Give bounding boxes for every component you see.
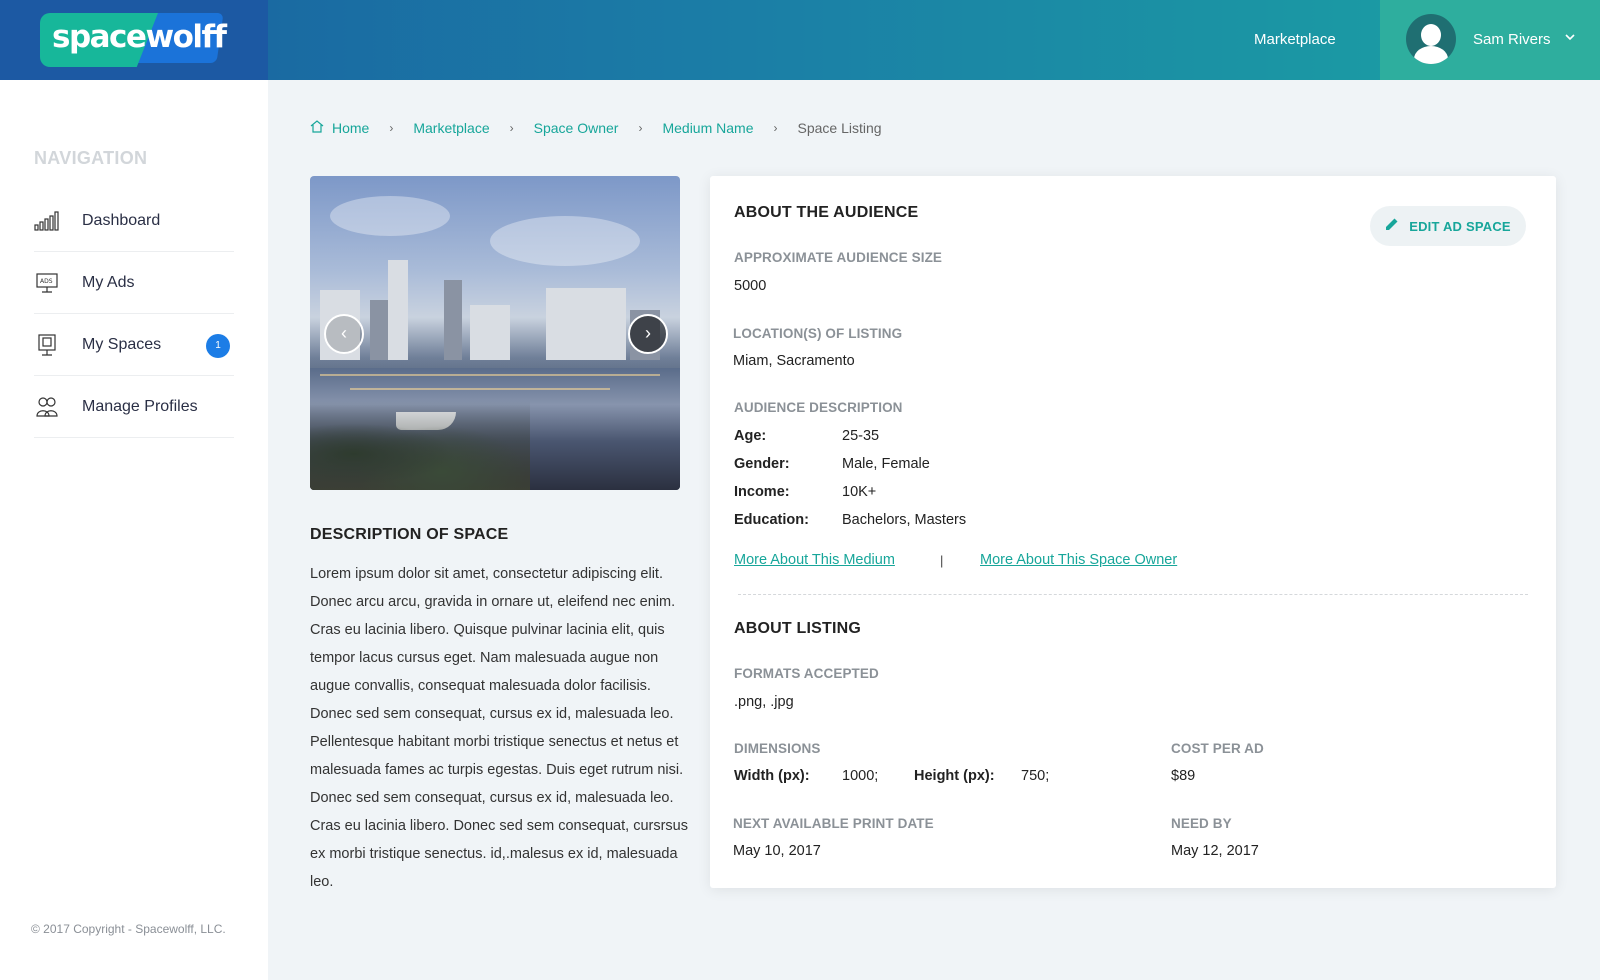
space-image-carousel[interactable]: ‹ › xyxy=(310,176,680,490)
breadcrumb-home[interactable]: Home xyxy=(332,120,369,136)
description-title: DESCRIPTION OF SPACE xyxy=(310,526,509,543)
need-by-value: May 12, 2017 xyxy=(1171,843,1259,859)
sidebar-item-my-spaces[interactable]: My Spaces 1 xyxy=(34,314,234,376)
cost-value: $89 xyxy=(1171,768,1196,784)
sidebar-item-label: Manage Profiles xyxy=(82,397,198,415)
height-key: Height (px): xyxy=(914,768,995,784)
avatar-body xyxy=(1414,46,1448,64)
billboard-icon xyxy=(34,333,60,356)
education-value: Bachelors, Masters xyxy=(842,512,967,528)
link-separator: | xyxy=(940,553,944,568)
pencil-icon xyxy=(1385,217,1399,236)
profiles-icon xyxy=(34,396,60,418)
cost-label: COST PER AD xyxy=(1171,741,1264,756)
avatar[interactable] xyxy=(1406,14,1456,64)
user-name[interactable]: Sam Rivers xyxy=(1473,31,1551,48)
ads-icon: ADS xyxy=(34,272,60,294)
svg-text:ADS: ADS xyxy=(40,278,53,285)
age-value: 25-35 xyxy=(842,428,880,444)
top-header: spacewolff Marketplace Sam Rivers xyxy=(0,0,1600,80)
gender-value: Male, Female xyxy=(842,456,930,472)
breadcrumb-separator: › xyxy=(638,121,643,135)
age-key: Age: xyxy=(734,428,767,444)
spacewolff-logo[interactable]: spacewolff xyxy=(40,13,227,67)
breadcrumb-marketplace[interactable]: Marketplace xyxy=(413,120,489,136)
listing-title: ABOUT LISTING xyxy=(734,620,862,637)
logo-text: spacewolff xyxy=(52,19,227,55)
audience-title: ABOUT THE AUDIENCE xyxy=(734,204,919,221)
edit-ad-space-label: EDIT AD SPACE xyxy=(1409,218,1511,234)
building xyxy=(444,280,462,360)
building xyxy=(546,288,626,360)
logo-area: spacewolff xyxy=(0,0,268,80)
chevron-down-icon[interactable] xyxy=(1565,32,1575,44)
dimensions-label: DIMENSIONS xyxy=(734,741,821,756)
nav-title: NAVIGATION xyxy=(34,148,148,168)
bar-chart-icon xyxy=(34,210,60,232)
print-date-label: NEXT AVAILABLE PRINT DATE xyxy=(733,816,934,831)
width-value: 1000; xyxy=(842,768,879,784)
need-by-label: NEED BY xyxy=(1171,816,1232,831)
building xyxy=(388,260,408,360)
sidebar-item-my-ads[interactable]: ADS My Ads xyxy=(34,252,234,314)
building xyxy=(470,305,510,360)
income-key: Income: xyxy=(734,484,790,500)
sidebar-item-dashboard[interactable]: Dashboard xyxy=(34,190,234,252)
breadcrumb-separator: › xyxy=(773,121,778,135)
breadcrumb-separator: › xyxy=(389,121,394,135)
location-label: LOCATION(S) OF LISTING xyxy=(733,326,903,341)
carousel-next-button[interactable]: › xyxy=(628,314,668,354)
width-key: Width (px): xyxy=(734,768,810,784)
nav-list: Dashboard ADS My Ads My Spaces 1 Manage … xyxy=(34,190,234,438)
audience-description-label: AUDIENCE DESCRIPTION xyxy=(734,400,903,415)
breadcrumb-space-owner[interactable]: Space Owner xyxy=(534,120,619,136)
carousel-prev-button[interactable]: ‹ xyxy=(324,314,364,354)
more-about-medium-link[interactable]: More About This Medium xyxy=(734,552,895,568)
breadcrumb-current: Space Listing xyxy=(797,120,882,136)
sidebar-item-manage-profiles[interactable]: Manage Profiles xyxy=(34,376,234,438)
sidebar-item-label: My Ads xyxy=(82,273,135,291)
cloud xyxy=(490,216,640,266)
notification-badge: 1 xyxy=(206,334,230,358)
print-date-value: May 10, 2017 xyxy=(733,843,821,859)
copyright: © 2017 Copyright - Spacewolff, LLC. xyxy=(31,922,226,936)
light-reflection xyxy=(320,374,660,376)
listing-details-card: ABOUT THE AUDIENCE EDIT AD SPACE APPROXI… xyxy=(710,176,1556,888)
height-value: 750; xyxy=(1021,768,1050,784)
formats-label: FORMATS ACCEPTED xyxy=(734,666,879,681)
more-about-owner-link[interactable]: More About This Space Owner xyxy=(980,552,1177,568)
sidebar-item-label: Dashboard xyxy=(82,211,161,229)
palm-trees xyxy=(310,400,530,490)
breadcrumb-separator: › xyxy=(509,121,514,135)
header-marketplace-link[interactable]: Marketplace xyxy=(1254,31,1336,48)
home-icon[interactable] xyxy=(310,120,324,136)
cloud xyxy=(330,196,450,236)
income-value: 10K+ xyxy=(842,484,877,500)
user-menu[interactable]: Sam Rivers xyxy=(1380,0,1600,80)
breadcrumb: Home › Marketplace › Space Owner › Mediu… xyxy=(310,120,882,136)
education-key: Education: xyxy=(734,512,809,528)
light-reflection xyxy=(350,388,610,390)
edit-ad-space-button[interactable]: EDIT AD SPACE xyxy=(1370,206,1526,246)
avatar-head xyxy=(1421,24,1441,46)
gender-key: Gender: xyxy=(734,456,790,472)
formats-value: .png, .jpg xyxy=(734,694,794,710)
breadcrumb-medium-name[interactable]: Medium Name xyxy=(662,120,753,136)
section-divider xyxy=(738,594,1528,595)
sidebar-item-label: My Spaces xyxy=(82,335,162,353)
location-value: Miam, Sacramento xyxy=(733,353,855,369)
audience-size-label: APPROXIMATE AUDIENCE SIZE xyxy=(734,250,943,265)
sidebar: NAVIGATION Dashboard ADS My Ads My Space… xyxy=(0,80,268,980)
description-text: Lorem ipsum dolor sit amet, consectetur … xyxy=(310,566,688,890)
audience-size-value: 5000 xyxy=(734,278,767,294)
